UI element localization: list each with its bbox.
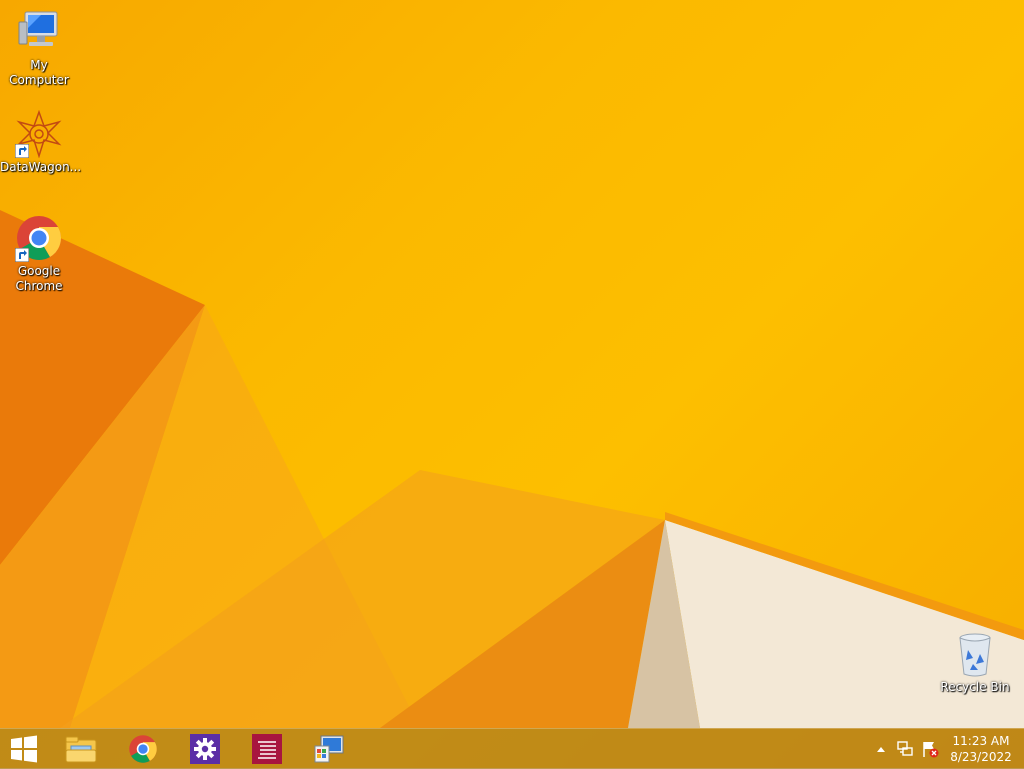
taskbar: 11:23 AM 8/23/2022 (0, 728, 1024, 769)
network-tray-button[interactable] (894, 729, 916, 769)
clock-time: 11:23 AM (952, 734, 1010, 748)
desktop: My Computer DataWagon... Google Chrome R… (0, 0, 1024, 768)
taskbar-file-explorer[interactable] (52, 729, 110, 769)
desktop-icon-label: DataWagon... (0, 160, 82, 174)
show-hidden-icons-button[interactable] (872, 729, 890, 769)
notepad-lines-icon (252, 734, 282, 764)
file-explorer-icon (65, 736, 97, 763)
start-button[interactable] (0, 729, 48, 769)
recycle-bin-icon (951, 630, 999, 678)
datawagon-icon (15, 109, 63, 159)
taskbar-control-panel[interactable] (300, 729, 358, 769)
desktop-icon-label: Recycle Bin (940, 680, 1010, 694)
taskbar-clock[interactable]: 11:23 AM 8/23/2022 (938, 733, 1024, 765)
wallpaper (0, 210, 1024, 728)
desktop-icon-datawagon[interactable]: DataWagon... (0, 109, 82, 175)
computer-icon (15, 8, 63, 56)
chevron-up-icon (877, 747, 885, 752)
shortcut-arrow-icon (15, 248, 29, 262)
chrome-icon (129, 735, 157, 763)
shortcut-arrow-icon (15, 144, 29, 158)
control-panel-icon (314, 735, 344, 763)
windows-logo-icon (11, 735, 37, 763)
flag-error-icon (923, 742, 939, 758)
desktop-icon-label: My Computer (9, 58, 69, 87)
settings-gear-icon (190, 734, 220, 764)
desktop-icon-google-chrome[interactable]: Google Chrome (0, 214, 78, 294)
desktop-icon-recycle-bin[interactable]: Recycle Bin (936, 630, 1014, 695)
clock-date: 8/23/2022 (950, 750, 1012, 764)
chrome-icon (15, 214, 63, 262)
desktop-icon-my-computer[interactable]: My Computer (0, 8, 78, 88)
taskbar-settings[interactable] (176, 729, 234, 769)
taskbar-notes-app[interactable] (238, 729, 296, 769)
taskbar-chrome[interactable] (114, 729, 172, 769)
desktop-icon-label: Google Chrome (15, 264, 63, 293)
network-icon (897, 741, 913, 756)
